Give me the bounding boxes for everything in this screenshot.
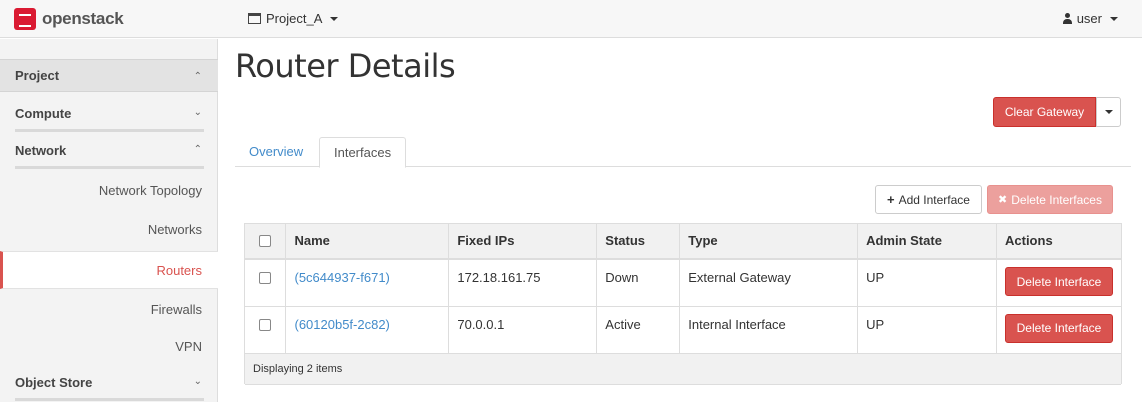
row-checkbox[interactable]	[259, 318, 271, 331]
sidebar-item-routers[interactable]: Routers	[0, 251, 218, 289]
table-footer-count: Displaying 2 items	[253, 362, 343, 375]
cell-actions: Delete Interface	[997, 259, 1122, 306]
add-interface-label: Add Interface	[898, 192, 970, 207]
add-interface-button[interactable]: + Add Interface	[875, 185, 982, 214]
table-header-row: Name Fixed IPs Status Type Admin State A…	[245, 224, 1121, 260]
chevron-up-icon: ⌃	[193, 71, 202, 82]
logo-text: openstack	[42, 9, 124, 28]
interfaces-table: Name Fixed IPs Status Type Admin State A…	[244, 223, 1122, 384]
interface-link[interactable]: (5c644937-f671)	[294, 270, 389, 285]
clear-gateway-button[interactable]: Clear Gateway	[993, 97, 1096, 127]
table-row: (5c644937-f671) 172.18.161.75 Down Exter…	[245, 259, 1121, 306]
sidebar-item-label: Firewalls	[150, 302, 202, 317]
column-header-type[interactable]: Type	[679, 224, 859, 260]
row-checkbox[interactable]	[259, 272, 271, 284]
top-navbar: openstack Project_A user	[0, 0, 1142, 38]
interface-link[interactable]: (60120b5f-2c82)	[294, 317, 389, 332]
tab-interfaces[interactable]: Interfaces	[319, 137, 407, 168]
sidebar-item-network-topology[interactable]: Network Topology	[0, 172, 218, 208]
delete-interfaces-button[interactable]: ✖ Delete Interfaces	[987, 185, 1113, 214]
sidebar-section-label: Object Store	[15, 375, 93, 390]
cell-fixed-ips: 70.0.0.1	[448, 306, 598, 353]
column-header-status[interactable]: Status	[596, 224, 681, 260]
section-divider	[15, 129, 204, 132]
row-select-cell	[245, 306, 287, 353]
cell-admin-state: UP	[857, 306, 997, 353]
chevron-up-icon: ⌃	[193, 144, 202, 155]
tab-bar: Overview Interfaces	[235, 137, 1131, 168]
user-name: user	[1076, 11, 1102, 26]
select-all-checkbox[interactable]	[259, 235, 271, 247]
sidebar-item-label: Network Topology	[98, 183, 202, 198]
column-header-actions: Actions	[996, 224, 1121, 260]
section-divider	[15, 398, 204, 401]
table-row: (60120b5f-2c82) 70.0.0.1 Active Internal…	[245, 306, 1121, 353]
column-header-fixed-ips[interactable]: Fixed IPs	[448, 224, 598, 260]
sidebar-item-firewalls[interactable]: Firewalls	[0, 291, 218, 327]
tab-overview[interactable]: Overview	[235, 137, 317, 167]
sidebar-item-networks[interactable]: Networks	[0, 211, 218, 247]
user-icon	[1062, 13, 1072, 24]
delete-interface-button[interactable]: Delete Interface	[1005, 267, 1113, 296]
sidebar-section-label: Compute	[15, 106, 72, 121]
user-menu[interactable]: user	[1062, 11, 1118, 26]
plus-icon: +	[887, 192, 895, 207]
sidebar: Project ⌃ Compute ⌄ Network ⌃ Network To…	[0, 39, 218, 402]
more-actions-dropdown-toggle[interactable]	[1096, 97, 1121, 127]
select-all-cell	[245, 224, 287, 260]
close-icon: ✖	[998, 194, 1008, 206]
project-name: Project_A	[266, 11, 323, 26]
column-header-admin-state[interactable]: Admin State	[857, 224, 997, 260]
column-header-name[interactable]: Name	[285, 224, 450, 260]
chevron-down-icon	[1104, 110, 1113, 114]
sidebar-item-vpn[interactable]: VPN	[0, 328, 218, 364]
cell-admin-state: UP	[857, 259, 997, 306]
chevron-down-icon: ⌄	[193, 107, 202, 118]
delete-interface-button[interactable]: Delete Interface	[1005, 313, 1113, 343]
cell-name: (60120b5f-2c82)	[285, 306, 450, 353]
cell-name: (5c644937-f671)	[285, 259, 450, 306]
project-icon	[248, 13, 261, 24]
cell-actions: Delete Interface	[997, 306, 1122, 353]
sidebar-panel-label: Project	[15, 68, 60, 83]
delete-interfaces-label: Delete Interfaces	[1011, 192, 1102, 207]
sidebar-item-label: Networks	[147, 222, 202, 237]
table-footer-row: Displaying 2 items	[245, 353, 1121, 384]
sidebar-panel-project[interactable]: Project ⌃	[0, 59, 218, 92]
row-select-cell	[245, 259, 287, 306]
cell-type: Internal Interface	[679, 306, 859, 353]
cell-status: Active	[596, 306, 681, 353]
sidebar-section-network[interactable]: Network ⌃	[0, 133, 218, 169]
sidebar-item-label: VPN	[175, 339, 202, 354]
chevron-down-icon: ⌄	[193, 376, 202, 387]
sidebar-section-object-store[interactable]: Object Store ⌄	[0, 365, 218, 401]
openstack-logo[interactable]: openstack	[14, 6, 124, 32]
page-title: Router Details	[235, 47, 456, 85]
cell-fixed-ips: 172.18.161.75	[448, 259, 598, 306]
cell-status: Down	[596, 259, 681, 306]
sidebar-item-label: Routers	[156, 263, 202, 278]
sidebar-section-label: Network	[15, 143, 67, 158]
section-divider	[15, 166, 204, 169]
chevron-down-icon	[330, 16, 339, 21]
project-picker[interactable]: Project_A	[248, 11, 339, 26]
chevron-down-icon	[1110, 16, 1118, 21]
cell-type: External Gateway	[679, 259, 859, 306]
openstack-logo-icon	[14, 8, 36, 30]
sidebar-section-compute[interactable]: Compute ⌄	[0, 96, 218, 132]
